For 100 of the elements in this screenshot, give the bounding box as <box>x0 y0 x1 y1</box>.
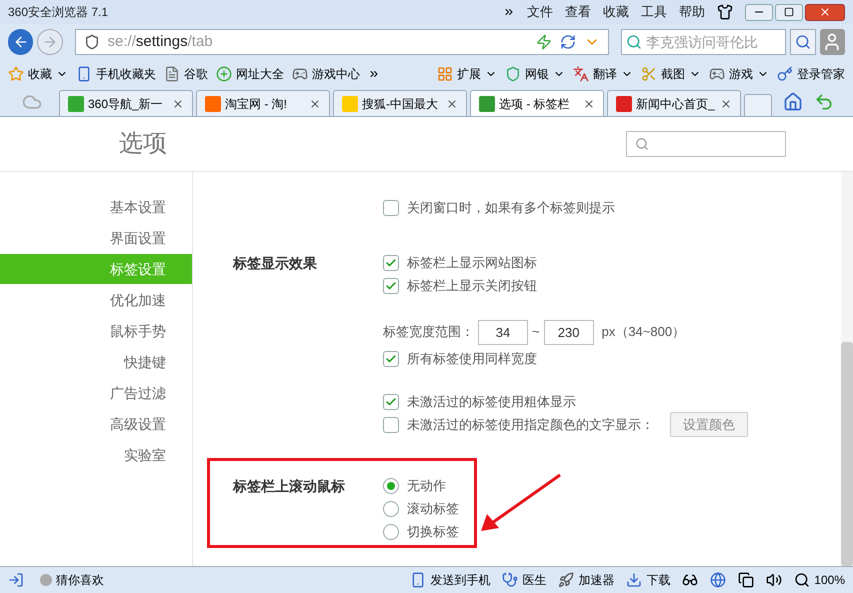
shield-icon <box>84 34 100 50</box>
checkbox[interactable] <box>383 394 399 410</box>
bookmark-item[interactable]: 网址大全 <box>236 65 284 83</box>
close-icon <box>720 98 732 110</box>
status-item[interactable]: 下载 <box>646 571 670 589</box>
toolbar-item[interactable]: 截图 <box>661 65 685 83</box>
bookmark-item[interactable]: 谷歌 <box>184 65 208 83</box>
shirt-icon <box>717 4 733 20</box>
option-label: 无动作 <box>407 476 446 495</box>
address-bar[interactable]: se://settings/tab <box>74 29 610 55</box>
check-icon <box>385 396 397 408</box>
toolbar-item[interactable]: 登录管家 <box>797 65 845 83</box>
translate-icon <box>573 66 589 82</box>
min-width-field[interactable]: 34 <box>478 320 528 344</box>
search-engine-icon <box>626 34 642 50</box>
menu-item[interactable]: 收藏 <box>603 2 629 22</box>
radio-button[interactable] <box>383 524 399 540</box>
checkbox[interactable] <box>383 200 399 216</box>
sidebar-item[interactable]: 快捷键 <box>0 347 192 377</box>
more-icon <box>368 68 380 80</box>
settings-search-field[interactable] <box>626 131 786 157</box>
grid-icon <box>437 66 453 82</box>
status-item[interactable]: 医生 <box>522 571 546 589</box>
close-button[interactable] <box>805 4 845 20</box>
close-icon <box>583 98 595 110</box>
toolbar-item[interactable]: 扩展 <box>457 65 481 83</box>
url-text: se://settings/tab <box>108 32 214 52</box>
search-button[interactable] <box>790 29 816 55</box>
checkbox[interactable] <box>383 278 399 294</box>
speaker-icon <box>766 572 782 588</box>
search-icon <box>635 137 649 151</box>
close-icon <box>446 98 458 110</box>
sidebar-item[interactable]: 界面设置 <box>0 223 192 253</box>
radio-button[interactable] <box>383 500 399 516</box>
check-icon <box>385 280 397 292</box>
close-icon <box>309 98 321 110</box>
menu-item[interactable]: 帮助 <box>679 2 705 22</box>
zoom-level[interactable]: 100% <box>814 571 845 589</box>
bookmark-item[interactable]: 游戏中心 <box>312 65 360 83</box>
radio-button[interactable] <box>383 478 399 494</box>
status-item[interactable]: 加速器 <box>578 571 614 589</box>
sidebar-item[interactable]: 优化加速 <box>0 285 192 315</box>
menu-item[interactable]: 查看 <box>565 2 591 22</box>
section-heading: 标签显示效果 <box>233 255 317 271</box>
lightning-icon <box>536 34 552 50</box>
option-label: 未激活过的标签使用粗体显示 <box>407 392 576 411</box>
toolbar-item[interactable]: 游戏 <box>729 65 753 83</box>
plus-circle-icon <box>216 66 232 82</box>
site-favicon <box>68 96 84 112</box>
maximize-button[interactable] <box>775 4 803 20</box>
globe-icon <box>710 572 726 588</box>
gamepad-icon <box>709 66 725 82</box>
option-label: 标签栏上显示关闭按钮 <box>407 276 537 295</box>
new-tab-button[interactable] <box>744 94 772 116</box>
option-label: 切换标签 <box>407 522 459 541</box>
check-icon <box>385 352 397 364</box>
phone-icon <box>76 66 92 82</box>
browser-tab[interactable]: 搜狐-中国最大 <box>333 90 467 116</box>
refresh-icon <box>560 34 576 50</box>
user-avatar[interactable] <box>820 29 845 55</box>
status-item[interactable]: 发送到手机 <box>430 571 490 589</box>
option-label: 所有标签使用同样宽度 <box>407 350 537 368</box>
option-label: 未激活过的标签使用指定颜色的文字显示： <box>407 416 654 434</box>
gamepad-icon <box>292 66 308 82</box>
option-label: 标签栏上显示网站图标 <box>407 254 537 272</box>
sidebar-item[interactable]: 广告过滤 <box>0 378 192 408</box>
browser-tab[interactable]: 360导航_新一 <box>59 90 193 116</box>
search-icon <box>795 34 812 50</box>
close-icon <box>172 98 184 110</box>
check-icon <box>385 256 397 268</box>
max-width-field[interactable]: 230 <box>544 320 594 344</box>
bookmark-item[interactable]: 手机收藏夹 <box>96 65 156 83</box>
sidebar-item[interactable]: 高级设置 <box>0 409 192 439</box>
option-label: 关闭窗口时，如果有多个标签则提示 <box>407 198 615 217</box>
sign-in-icon <box>8 572 24 588</box>
browser-tab[interactable]: 选项 - 标签栏 <box>470 90 604 116</box>
home-icon <box>783 92 803 112</box>
status-item[interactable]: 猜你喜欢 <box>56 571 104 589</box>
key-icon <box>777 66 793 82</box>
rocket-icon <box>558 572 574 588</box>
range-separator: ~ <box>532 323 540 342</box>
checkbox[interactable] <box>383 254 399 270</box>
stethoscope-icon <box>502 572 518 588</box>
sidebar-item[interactable]: 鼠标手势 <box>0 316 192 346</box>
menu-item[interactable]: 工具 <box>641 2 667 22</box>
checkbox[interactable] <box>383 350 399 366</box>
sidebar-item[interactable]: 实验室 <box>0 440 192 470</box>
sidebar-item[interactable]: 基本设置 <box>0 192 192 222</box>
toolbar-item[interactable]: 网银 <box>525 65 549 83</box>
site-favicon <box>616 96 632 112</box>
shield-icon <box>505 66 521 82</box>
browser-tab[interactable]: 新闻中心首页_ <box>607 90 741 116</box>
toolbar-item[interactable]: 翻译 <box>593 65 617 83</box>
undo-icon <box>814 92 834 112</box>
browser-tab[interactable]: 淘宝网 - 淘! <box>196 90 330 116</box>
page-title: 选项 <box>119 129 167 159</box>
bookmark-item[interactable]: 收藏 <box>28 65 52 83</box>
menu-item[interactable]: 文件 <box>527 2 553 22</box>
checkbox[interactable] <box>383 416 399 432</box>
back-button[interactable] <box>8 29 34 55</box>
